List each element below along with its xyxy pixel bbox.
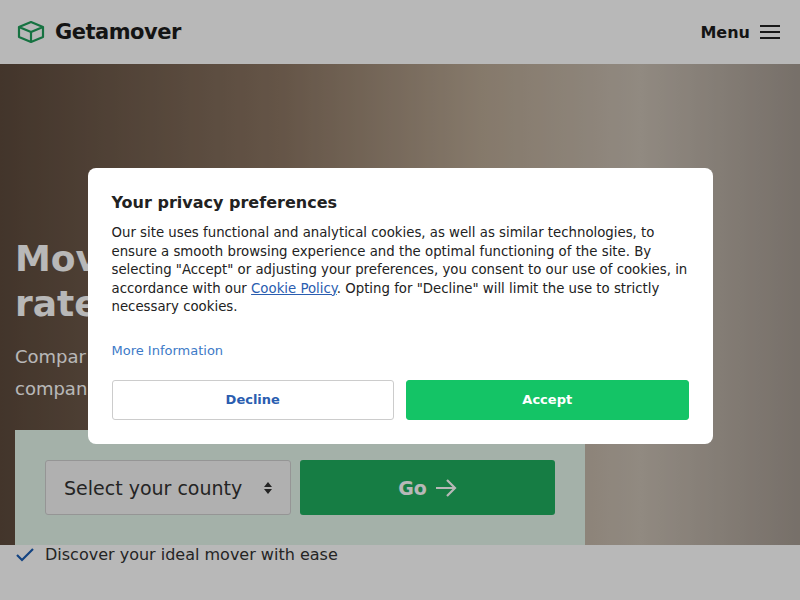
cookie-dialog: Your privacy preferences Our site uses fu… [88,168,713,444]
dialog-buttons: Decline Accept [112,380,689,420]
modal-overlay: Your privacy preferences Our site uses fu… [0,0,800,600]
dialog-body: Our site uses functional and analytical … [112,224,689,317]
dialog-button[interactable]: Accept [406,380,689,420]
page: GetamoverMenuMovrateComparcompanSelect y… [0,0,800,600]
more-info-link[interactable]: More Information [112,343,689,358]
dialog-button[interactable]: Decline [112,380,395,420]
cookie-policy-link[interactable]: Cookie Policy [251,281,337,296]
dialog-title: Your privacy preferences [112,192,689,214]
